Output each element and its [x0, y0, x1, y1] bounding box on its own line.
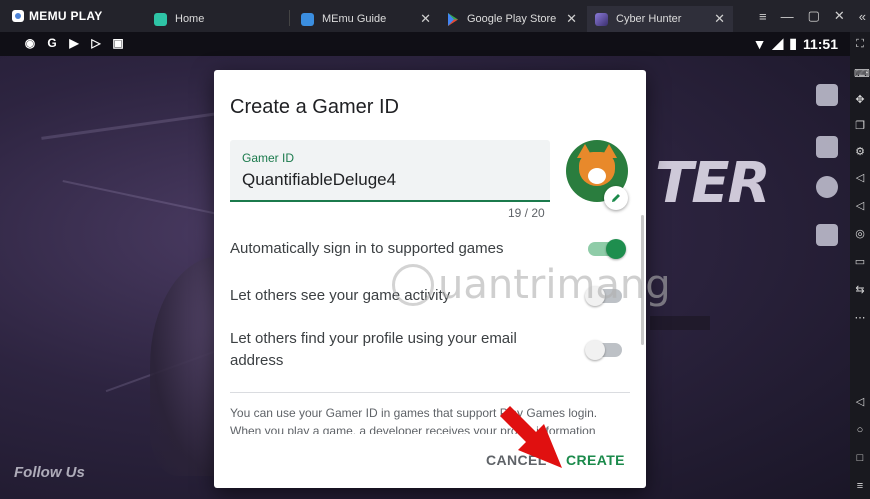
info-text-container: You can use your Gamer ID in games that … — [230, 404, 630, 434]
google-icon: G — [47, 36, 57, 50]
cyber-hunter-icon — [595, 12, 608, 26]
android-status-bar: ◉ G ▶ ▷ ▣ ▼ ◢ ▮ 11:51 — [0, 32, 850, 56]
settings-icon[interactable]: ⚙ — [854, 146, 866, 158]
gamer-id-input[interactable]: QuantifiableDeluge4 — [242, 170, 396, 190]
pencil-icon — [612, 194, 620, 202]
title-bar: MEMU PLAY Home MEmu Guide ✕ Google Play … — [0, 0, 870, 32]
notification-icons: ◉ G ▶ ▷ ▣ — [24, 37, 124, 50]
close-tab-icon[interactable]: ✕ — [714, 11, 725, 27]
close-tab-icon[interactable]: ✕ — [420, 11, 431, 27]
tab-cyber-hunter[interactable]: Cyber Hunter ✕ — [587, 6, 733, 32]
home-nav-icon[interactable]: ○ — [854, 424, 866, 436]
menu-lines-icon[interactable]: ≡ — [854, 480, 866, 492]
follow-us-label[interactable]: Follow Us — [14, 464, 85, 481]
watermark: uantrimang — [392, 262, 671, 308]
tab-memu-guide[interactable]: MEmu Guide ✕ — [293, 6, 439, 32]
game-logo: TER — [655, 151, 771, 216]
minimize-icon[interactable]: — — [781, 9, 794, 24]
recents-icon[interactable]: □ — [854, 452, 866, 464]
watermark-text: uantrimang — [438, 262, 671, 308]
tab-cyber-hunter-label: Cyber Hunter — [616, 13, 682, 25]
volume-down-icon[interactable]: ◁ — [854, 200, 866, 212]
play-store-icon — [448, 12, 458, 26]
window-controls: ≡ — ▢ ✕ « — [759, 0, 866, 32]
volume-up-icon[interactable]: ◁ — [854, 172, 866, 184]
dialog-title: Create a Gamer ID — [230, 96, 399, 118]
folder-icon[interactable]: ▭ — [854, 256, 866, 268]
close-window-icon[interactable]: ✕ — [834, 8, 845, 24]
brand-name: MEMU PLAY — [29, 9, 103, 23]
game-menu-icon[interactable] — [816, 84, 838, 106]
close-tab-icon[interactable]: ✕ — [566, 11, 577, 27]
find-by-email-toggle[interactable] — [585, 340, 622, 360]
photo-icon: ▣ — [112, 36, 124, 50]
signal-icon: ◢ — [772, 35, 784, 51]
red-arrow-icon — [500, 406, 562, 468]
dark-panel — [650, 316, 710, 330]
edit-avatar-button[interactable] — [604, 186, 628, 210]
game-tools-icon[interactable] — [816, 224, 838, 246]
collapse-sidebar-icon[interactable]: « — [859, 9, 866, 24]
play-games-icon: ▶ — [69, 36, 79, 50]
more-icon[interactable]: ⋯ — [854, 312, 866, 324]
back-icon[interactable]: ◁ — [854, 396, 866, 408]
gamer-id-label: Gamer ID — [242, 151, 295, 165]
toggle-knob — [606, 239, 626, 259]
multi-window-icon[interactable]: ❐ — [854, 120, 866, 132]
tab-memu-guide-label: MEmu Guide — [322, 13, 387, 25]
maximize-icon[interactable]: ▢ — [808, 8, 820, 24]
tab-google-play-store[interactable]: Google Play Store ✕ — [439, 6, 585, 32]
menu-icon[interactable]: ≡ — [759, 9, 767, 24]
memu-notification-icon: ◉ — [24, 36, 36, 50]
memu-logo-icon — [12, 10, 24, 22]
option-auto-sign-in-label: Automatically sign in to supported games — [230, 240, 504, 257]
game-shop-icon[interactable] — [816, 136, 838, 158]
emulator-toolbar: ⛶ ⌨ ✥ ❐ ⚙ ◁ ◁ ◎ ▭ ⇆ ⋯ ◁ ○ □ ≡ — [850, 32, 870, 499]
info-text: You can use your Gamer ID in games that … — [230, 406, 598, 434]
battery-icon: ▮ — [789, 35, 797, 51]
wifi-icon: ▼ — [752, 35, 767, 52]
option-find-by-email-label: Let others find your profile using your … — [230, 330, 517, 369]
clock: 11:51 — [802, 35, 838, 52]
fox-muzzle — [588, 168, 606, 184]
keyboard-icon[interactable]: ⌨ — [854, 68, 870, 80]
gamer-id-field[interactable]: Gamer ID QuantifiableDeluge4 — [230, 140, 550, 202]
tab-home[interactable]: Home — [146, 6, 286, 32]
watermark-logo-icon — [392, 264, 434, 306]
tab-google-play-label: Google Play Store — [467, 13, 557, 25]
location-icon[interactable]: ◎ — [854, 228, 866, 240]
tab-home-label: Home — [175, 13, 205, 25]
status-right: ▼ ◢ ▮ 11:51 — [753, 35, 838, 52]
tab-separator — [289, 10, 290, 26]
memu-guide-icon — [301, 12, 314, 26]
character-counter: 19 / 20 — [508, 206, 545, 220]
toggle-knob — [585, 340, 605, 360]
play-store-notification-icon: ▷ — [91, 36, 101, 50]
game-globe-icon[interactable] — [816, 176, 838, 198]
gamepad-icon[interactable]: ✥ — [854, 94, 866, 106]
create-button[interactable]: CREATE — [566, 452, 625, 468]
divider — [230, 392, 630, 393]
home-icon — [154, 12, 167, 26]
fullscreen-icon[interactable]: ⛶ — [854, 38, 866, 50]
auto-sign-in-toggle[interactable] — [588, 239, 626, 259]
rotate-icon[interactable]: ⇆ — [854, 284, 866, 296]
fox-avatar-icon — [577, 144, 617, 186]
memu-logo: MEMU PLAY — [12, 0, 103, 32]
